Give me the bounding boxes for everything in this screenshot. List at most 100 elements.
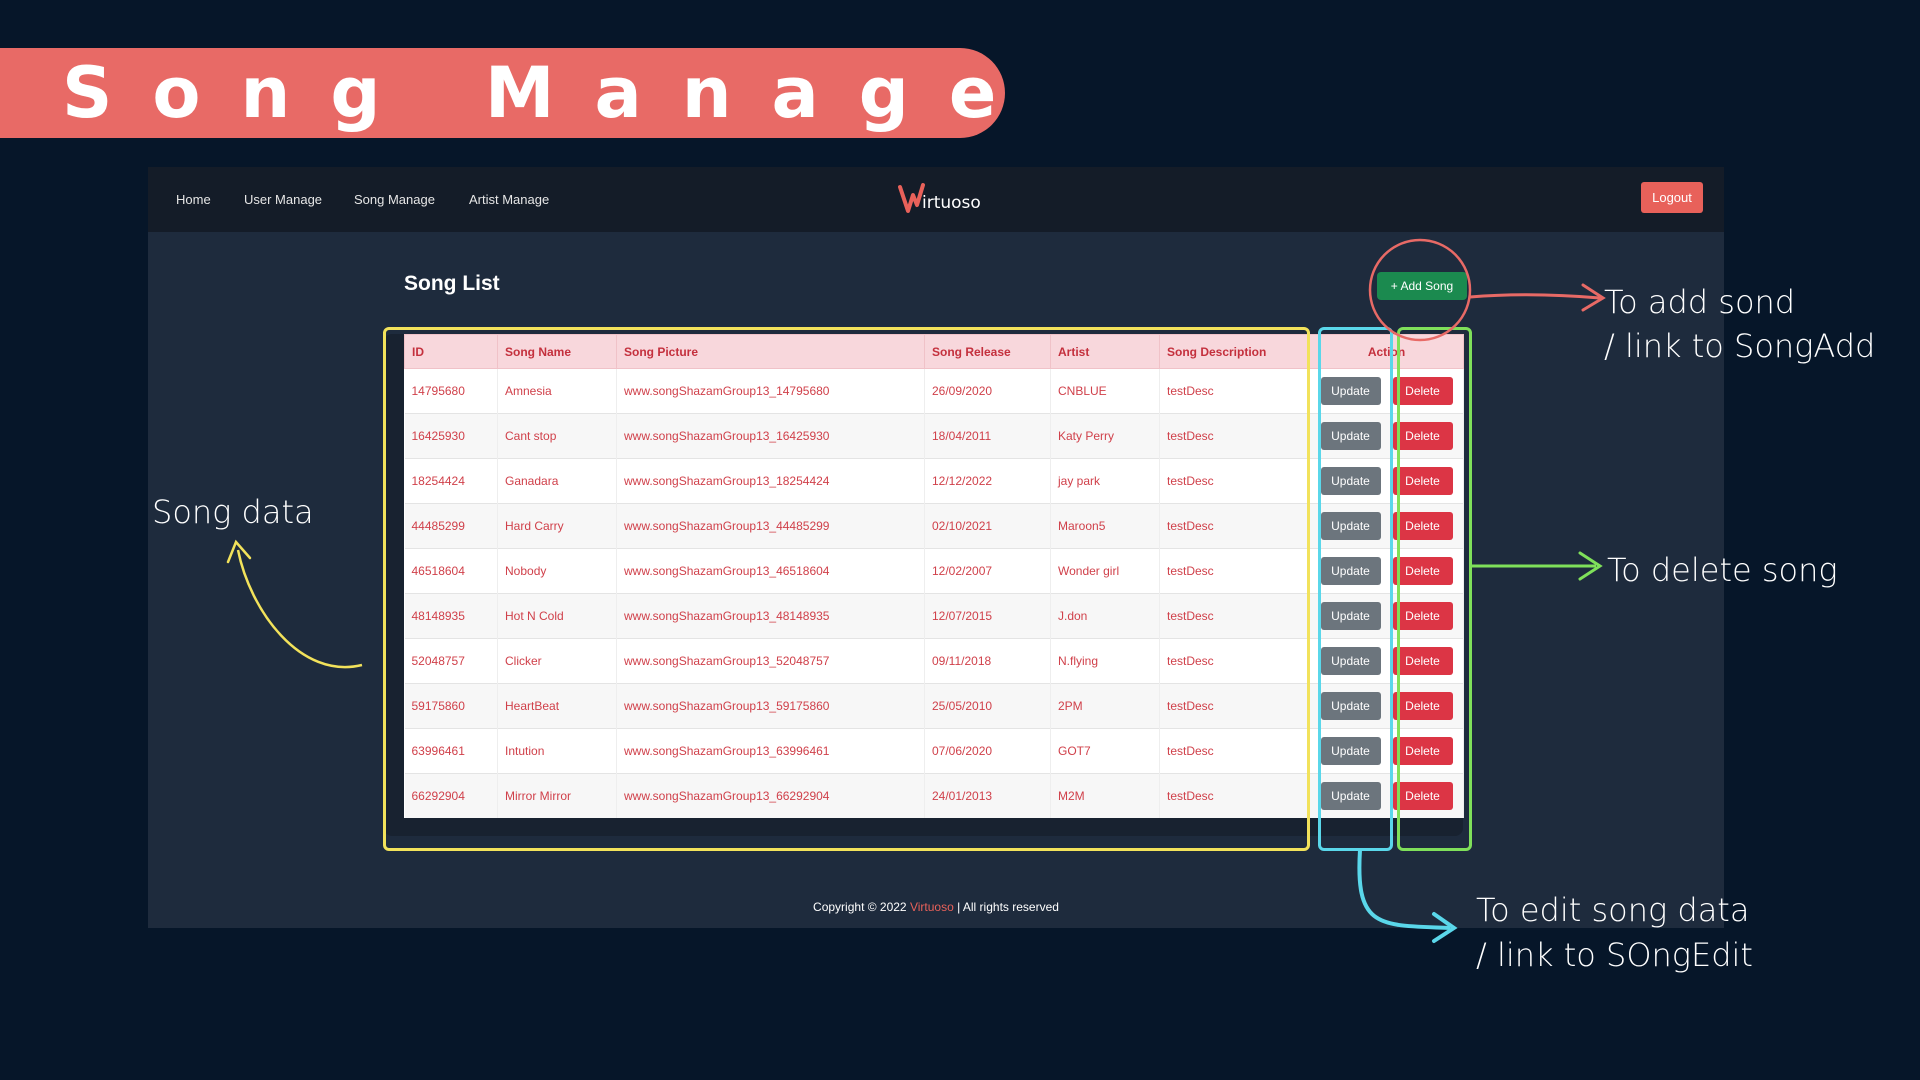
cell-song-name: Hot N Cold xyxy=(497,593,617,639)
table-header-row: ID Song Name Song Picture Song Release A… xyxy=(404,334,1464,369)
update-button[interactable]: Update xyxy=(1320,422,1381,450)
nav-item-artist-manage[interactable]: Artist Manage xyxy=(469,167,549,232)
delete-button[interactable]: Delete xyxy=(1392,512,1453,540)
update-button[interactable]: Update xyxy=(1320,557,1381,585)
cell-song-description: testDesc xyxy=(1159,728,1310,774)
header-action: Action xyxy=(1309,334,1464,369)
cell-id: 59175860 xyxy=(404,683,498,729)
update-button[interactable]: Update xyxy=(1320,782,1381,810)
header-song-release: Song Release xyxy=(924,334,1051,369)
header-song-description: Song Description xyxy=(1159,334,1310,369)
app-window: Home User Manage Song Manage Artist Mana… xyxy=(148,167,1724,928)
table-row: 66292904 Mirror Mirror www.songShazamGroup… xyxy=(404,773,1464,818)
cell-artist: GOT7 xyxy=(1050,728,1160,774)
cell-song-picture: www.songShazamGroup13_52048757 xyxy=(616,638,925,684)
header-song-name: Song Name xyxy=(497,334,617,369)
cell-song-release: 07/06/2020 xyxy=(924,728,1051,774)
cell-song-picture: www.songShazamGroup13_66292904 xyxy=(616,773,925,818)
delete-button[interactable]: Delete xyxy=(1392,377,1453,405)
cell-artist: Wonder girl xyxy=(1050,548,1160,594)
cell-song-picture: www.songShazamGroup13_59175860 xyxy=(616,683,925,729)
cell-song-picture: www.songShazamGroup13_16425930 xyxy=(616,413,925,459)
cell-song-name: Ganadara xyxy=(497,458,617,504)
cell-song-name: HeartBeat xyxy=(497,683,617,729)
add-song-button[interactable]: + Add Song xyxy=(1377,272,1467,300)
delete-button[interactable]: Delete xyxy=(1392,782,1453,810)
cell-actions: Update Delete xyxy=(1309,683,1464,729)
cell-song-picture: www.songShazamGroup13_14795680 xyxy=(616,368,925,414)
table-row: 18254424 Ganadara www.songShazamGroup13_18… xyxy=(404,458,1464,504)
cell-song-picture: www.songShazamGroup13_18254424 xyxy=(616,458,925,504)
delete-button[interactable]: Delete xyxy=(1392,602,1453,630)
logo-text: irtuoso xyxy=(922,193,981,213)
logout-button[interactable]: Logout xyxy=(1641,182,1703,213)
navbar: Home User Manage Song Manage Artist Mana… xyxy=(148,167,1724,232)
page-title: Song List xyxy=(404,272,500,295)
update-button[interactable]: Update xyxy=(1320,602,1381,630)
cell-song-release: 26/09/2020 xyxy=(924,368,1051,414)
song-table: ID Song Name Song Picture Song Release A… xyxy=(404,334,1464,818)
cell-actions: Update Delete xyxy=(1309,728,1464,774)
cell-artist: N.flying xyxy=(1050,638,1160,684)
annotation-edit-line2: / link to SOngEdit xyxy=(1476,936,1753,974)
nav-item-song-manage[interactable]: Song Manage xyxy=(354,167,435,232)
cell-actions: Update Delete xyxy=(1309,458,1464,504)
cell-song-release: 09/11/2018 xyxy=(924,638,1051,684)
song-table-card: ID Song Name Song Picture Song Release A… xyxy=(384,334,1464,836)
footer-brand-link[interactable]: Virtuoso xyxy=(910,900,954,914)
cell-song-release: 25/05/2010 xyxy=(924,683,1051,729)
cell-song-description: testDesc xyxy=(1159,683,1310,729)
delete-button[interactable]: Delete xyxy=(1392,557,1453,585)
cell-song-picture: www.songShazamGroup13_63996461 xyxy=(616,728,925,774)
update-button[interactable]: Update xyxy=(1320,467,1381,495)
delete-button[interactable]: Delete xyxy=(1392,737,1453,765)
table-row: 14795680 Amnesia www.songShazamGroup13_147… xyxy=(404,368,1464,414)
delete-button[interactable]: Delete xyxy=(1392,422,1453,450)
update-button[interactable]: Update xyxy=(1320,647,1381,675)
cell-song-description: testDesc xyxy=(1159,773,1310,818)
cell-song-picture: www.songShazamGroup13_46518604 xyxy=(616,548,925,594)
update-button[interactable]: Update xyxy=(1320,692,1381,720)
annotation-add-line2: / link to SongAdd xyxy=(1604,327,1876,365)
delete-button[interactable]: Delete xyxy=(1392,692,1453,720)
cell-song-release: 12/12/2022 xyxy=(924,458,1051,504)
cell-song-name: Nobody xyxy=(497,548,617,594)
header-song-picture: Song Picture xyxy=(616,334,925,369)
table-row: 59175860 HeartBeat www.songShazamGroup13_5… xyxy=(404,683,1464,729)
cell-song-description: testDesc xyxy=(1159,593,1310,639)
cell-song-name: Hard Carry xyxy=(497,503,617,549)
update-button[interactable]: Update xyxy=(1320,512,1381,540)
cell-id: 63996461 xyxy=(404,728,498,774)
cell-actions: Update Delete xyxy=(1309,638,1464,684)
cell-song-picture: www.songShazamGroup13_44485299 xyxy=(616,503,925,549)
update-button[interactable]: Update xyxy=(1320,377,1381,405)
cell-song-release: 24/01/2013 xyxy=(924,773,1051,818)
update-button[interactable]: Update xyxy=(1320,737,1381,765)
cell-id: 14795680 xyxy=(404,368,498,414)
table-row: 63996461 Intution www.songShazamGroup13_63… xyxy=(404,728,1464,774)
cell-actions: Update Delete xyxy=(1309,548,1464,594)
cell-artist: Maroon5 xyxy=(1050,503,1160,549)
annotation-edit-line1: To edit song data xyxy=(1476,891,1750,929)
cell-id: 44485299 xyxy=(404,503,498,549)
header-id: ID xyxy=(404,334,498,369)
nav-item-user-manage[interactable]: User Manage xyxy=(244,167,322,232)
delete-button[interactable]: Delete xyxy=(1392,647,1453,675)
cell-song-description: testDesc xyxy=(1159,638,1310,684)
cell-artist: J.don xyxy=(1050,593,1160,639)
cell-song-name: Intution xyxy=(497,728,617,774)
banner-title: Song Manage xyxy=(62,52,1037,134)
annotation-song-data: Song data xyxy=(152,493,314,531)
cell-song-name: Cant stop xyxy=(497,413,617,459)
cell-song-release: 18/04/2011 xyxy=(924,413,1051,459)
delete-button[interactable]: Delete xyxy=(1392,467,1453,495)
cell-actions: Update Delete xyxy=(1309,773,1464,818)
nav-item-home[interactable]: Home xyxy=(176,167,211,232)
cell-actions: Update Delete xyxy=(1309,368,1464,414)
cell-song-release: 12/02/2007 xyxy=(924,548,1051,594)
title-banner: Song Manage xyxy=(0,48,1005,138)
footer-prefix: Copyright © 2022 xyxy=(813,900,910,914)
table-row: 48148935 Hot N Cold www.songShazamGroup13_… xyxy=(404,593,1464,639)
cell-song-description: testDesc xyxy=(1159,548,1310,594)
cell-id: 48148935 xyxy=(404,593,498,639)
